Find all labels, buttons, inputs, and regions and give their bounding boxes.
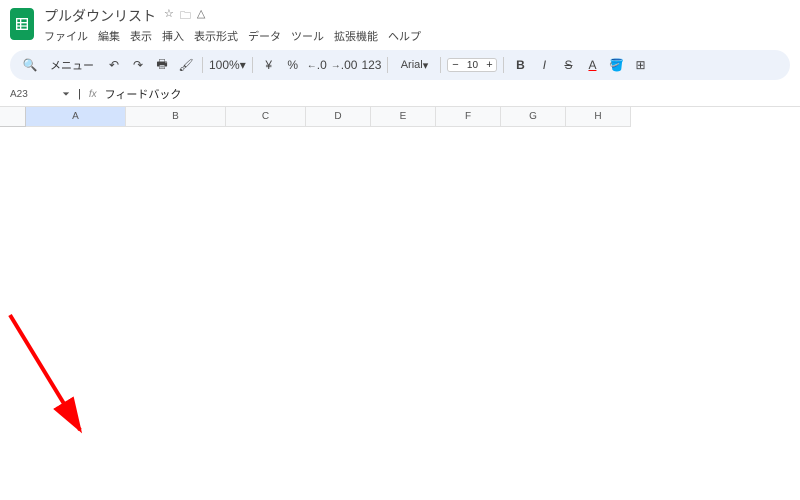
column-header[interactable]: D: [306, 107, 371, 127]
menu-ファイル[interactable]: ファイル: [44, 28, 88, 44]
bold-button[interactable]: B: [510, 55, 530, 75]
menu-編集[interactable]: 編集: [98, 28, 120, 44]
decrease-decimal-button[interactable]: ←.0: [307, 55, 327, 75]
column-headers: ABCDEFGH: [0, 107, 800, 127]
menu-データ[interactable]: データ: [248, 28, 281, 44]
column-header[interactable]: H: [566, 107, 631, 127]
column-header[interactable]: A: [26, 107, 126, 127]
star-icon[interactable]: ☆: [164, 7, 174, 26]
menu-挿入[interactable]: 挿入: [162, 28, 184, 44]
font-size-stepper[interactable]: − 10 +: [447, 58, 497, 72]
italic-button[interactable]: I: [534, 55, 554, 75]
fill-color-button[interactable]: 🪣: [606, 55, 626, 75]
menu-ツール[interactable]: ツール: [291, 28, 324, 44]
menu-表示形式[interactable]: 表示形式: [194, 28, 238, 44]
annotation-arrow-icon: [5, 310, 95, 440]
currency-button[interactable]: ¥: [259, 55, 279, 75]
header: プルダウンリスト ☆ 🗀 △ ファイル編集表示挿入表示形式データツール拡張機能ヘ…: [0, 0, 800, 46]
select-all-corner[interactable]: [0, 107, 26, 127]
format-number-button[interactable]: 123: [361, 55, 381, 75]
increase-decimal-button[interactable]: →.00: [331, 55, 358, 75]
menu-表示[interactable]: 表示: [130, 28, 152, 44]
text-color-button[interactable]: A: [582, 55, 602, 75]
borders-button[interactable]: ⊞: [630, 55, 650, 75]
search-icon[interactable]: 🔍: [20, 55, 40, 75]
divider: |: [78, 88, 81, 100]
menu-ヘルプ[interactable]: ヘルプ: [388, 28, 421, 44]
menu-拡張機能[interactable]: 拡張機能: [334, 28, 378, 44]
formula-bar-row: A23 | fx フィードバック: [0, 84, 800, 107]
name-box[interactable]: A23: [10, 89, 70, 100]
column-header[interactable]: G: [501, 107, 566, 127]
formula-bar[interactable]: フィードバック: [105, 86, 182, 102]
percent-button[interactable]: %: [283, 55, 303, 75]
column-header[interactable]: F: [436, 107, 501, 127]
decrease-font-icon[interactable]: −: [448, 59, 462, 71]
column-header[interactable]: E: [371, 107, 436, 127]
zoom-select[interactable]: 100% ▾: [209, 55, 246, 75]
column-header[interactable]: C: [226, 107, 306, 127]
sheets-icon[interactable]: [10, 8, 34, 40]
move-icon[interactable]: 🗀: [180, 7, 191, 26]
toolbar: 🔍 メニュー ↶ ↷ 🖶 🖌 100% ▾ ¥ % ←.0 →.00 123 A…: [10, 50, 790, 80]
menus-button[interactable]: メニュー: [44, 55, 100, 75]
column-header[interactable]: B: [126, 107, 226, 127]
print-icon[interactable]: 🖶: [152, 55, 172, 75]
increase-font-icon[interactable]: +: [482, 59, 496, 71]
doc-title[interactable]: プルダウンリスト: [44, 6, 156, 26]
paint-format-icon[interactable]: 🖌: [176, 55, 196, 75]
cloud-icon[interactable]: △: [197, 7, 205, 26]
sheet[interactable]: ABCDEFGH 表_1 タスク◔ ステータス📅 日付列 2列 3列 4 8参加…: [0, 107, 800, 127]
redo-icon[interactable]: ↷: [128, 55, 148, 75]
font-select[interactable]: Arial ▾: [394, 55, 434, 75]
undo-icon[interactable]: ↶: [104, 55, 124, 75]
fx-icon: fx: [89, 89, 97, 100]
menu-bar: ファイル編集表示挿入表示形式データツール拡張機能ヘルプ: [44, 28, 790, 44]
strikethrough-button[interactable]: S: [558, 55, 578, 75]
